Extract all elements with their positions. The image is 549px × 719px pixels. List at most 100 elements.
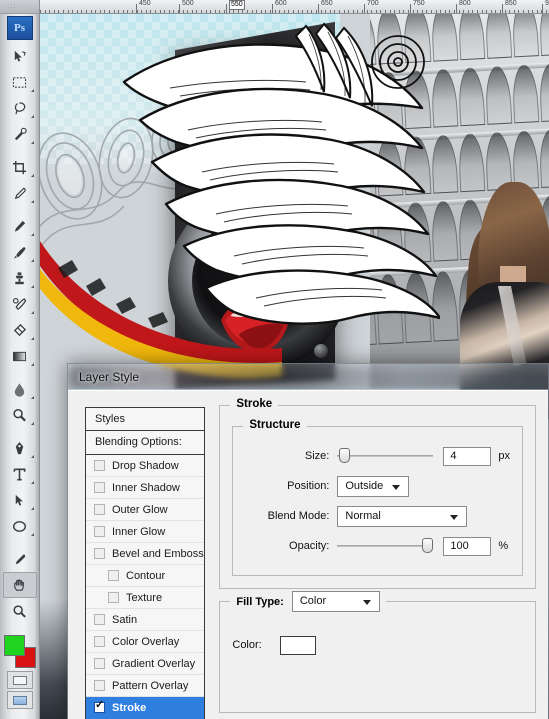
effect-row-pattern-overlay[interactable]: Pattern Overlay	[86, 675, 205, 697]
ruler-tick	[228, 10, 230, 13]
fill-type-dropdown[interactable]: Color	[291, 591, 380, 612]
effect-label: Contour	[126, 569, 166, 582]
effect-row-stroke[interactable]: Stroke	[86, 697, 205, 719]
blending-options-row[interactable]: Blending Options: Custom	[85, 431, 206, 470]
stroke-color-swatch[interactable]	[280, 635, 317, 655]
chevron-down-icon	[30, 337, 34, 340]
quick-mask-toggle[interactable]	[6, 671, 33, 689]
ruler-tick	[196, 10, 198, 13]
effect-row-satin[interactable]: Satin	[86, 609, 205, 631]
effect-row-gradient-overlay[interactable]: Gradient Overlay	[86, 653, 205, 675]
effect-row-contour[interactable]: Contour	[86, 565, 205, 587]
ruler-tick	[339, 10, 340, 13]
size-slider-thumb[interactable]	[339, 448, 351, 463]
wing-artwork	[122, 22, 440, 325]
ruler-tick	[90, 10, 92, 13]
effect-row-color-overlay[interactable]: Color Overlay	[86, 631, 205, 653]
tools-panel[interactable]: ::: Ps	[0, 0, 40, 719]
chevron-down-icon	[30, 311, 34, 314]
effect-label: Satin	[112, 613, 138, 626]
type-tool[interactable]	[3, 461, 37, 487]
foreground-color-swatch[interactable]	[3, 635, 25, 656]
move-tool[interactable]	[3, 43, 37, 69]
opacity-slider-thumb[interactable]	[422, 538, 434, 553]
effect-row-inner-shadow[interactable]: Inner Shadow	[86, 477, 205, 499]
eyedropper-alt-tool[interactable]	[3, 546, 37, 572]
chevron-down-icon	[30, 285, 34, 288]
ruler-tick	[293, 10, 294, 13]
ruler-label: 700	[367, 0, 379, 7]
checkbox[interactable]	[108, 570, 119, 581]
layer-style-dialog[interactable]: Layer Style Styles Blending Options: Cus…	[67, 363, 549, 719]
opacity-input[interactable]: 100	[443, 536, 492, 556]
ruler-tick	[224, 10, 225, 13]
dialog-title-bar[interactable]: Layer Style	[68, 364, 548, 390]
zoom-tool[interactable]	[3, 598, 37, 624]
checkbox[interactable]	[94, 460, 105, 471]
ruler-tick	[99, 10, 101, 13]
chevron-down-icon	[30, 233, 34, 236]
checkbox[interactable]	[94, 614, 105, 625]
opacity-slider[interactable]	[337, 538, 434, 554]
screen-mode-button[interactable]	[6, 691, 33, 709]
ruler-tick	[141, 10, 143, 13]
checkbox[interactable]	[94, 636, 105, 647]
color-swatches[interactable]	[3, 635, 37, 669]
size-slider-track[interactable]	[337, 455, 434, 457]
effect-row-texture[interactable]: Texture	[86, 587, 205, 609]
size-input[interactable]: 4	[443, 446, 492, 466]
size-slider[interactable]	[337, 448, 434, 464]
hand-tool[interactable]	[2, 572, 37, 598]
ruler-tick	[247, 10, 248, 13]
effect-label: Inner Glow	[112, 525, 166, 538]
checkbox[interactable]	[94, 526, 105, 537]
ruler-tick	[421, 10, 423, 13]
styles-header[interactable]: Styles	[85, 407, 206, 431]
ruler-tick	[173, 10, 175, 13]
ruler-tick	[357, 10, 359, 13]
ruler-tick	[325, 10, 327, 13]
lasso-tool[interactable]	[3, 95, 37, 121]
effects-list[interactable]: Drop Shadow Inner Shadow Outer Glow Inner G…	[85, 455, 206, 719]
checkbox[interactable]	[94, 548, 105, 559]
ruler-tick	[118, 10, 120, 13]
eyedropper-tool[interactable]	[3, 180, 37, 206]
checkbox[interactable]	[94, 504, 105, 515]
ruler-tick	[311, 10, 313, 13]
dodge-tool[interactable]	[3, 402, 37, 428]
effect-row-outer-glow[interactable]: Outer Glow	[86, 499, 205, 521]
toolbar-drag-handle[interactable]: :::	[0, 0, 39, 14]
horizontal-ruler[interactable]: 450 500 550 600 650 700 750 800 850 900	[40, 0, 549, 14]
ellipse-tool[interactable]	[3, 513, 37, 539]
rectangular-marquee-tool[interactable]	[3, 69, 37, 95]
ruler-major-tick	[456, 4, 457, 13]
history-brush-tool[interactable]	[3, 291, 37, 317]
ruler-major-tick	[410, 4, 411, 13]
ruler-tick	[518, 10, 520, 13]
eraser-tool[interactable]	[3, 317, 37, 343]
clone-stamp-tool[interactable]	[3, 265, 37, 291]
ruler-tick	[472, 10, 474, 13]
ruler-tick	[168, 10, 170, 13]
checkbox[interactable]	[94, 680, 105, 691]
effect-row-drop-shadow[interactable]: Drop Shadow	[86, 455, 205, 477]
blur-tool[interactable]	[3, 376, 37, 402]
path-selection-tool[interactable]	[3, 487, 37, 513]
quick-selection-tool[interactable]	[3, 121, 37, 147]
spot-healing-brush-tool[interactable]	[3, 213, 37, 239]
checkbox[interactable]	[94, 482, 105, 493]
checkbox[interactable]	[94, 658, 105, 669]
opacity-slider-track[interactable]	[337, 545, 434, 547]
position-dropdown[interactable]: Outside	[337, 475, 410, 497]
pen-tool[interactable]	[3, 435, 37, 461]
ruler-major-tick	[136, 4, 137, 13]
checkbox[interactable]	[108, 592, 119, 603]
crop-tool[interactable]	[3, 154, 37, 180]
ruler-tick	[113, 10, 115, 13]
effect-row-inner-glow[interactable]: Inner Glow	[86, 521, 205, 543]
brush-tool[interactable]	[3, 239, 37, 265]
effect-row-bevel-and-emboss[interactable]: Bevel and Emboss	[86, 543, 205, 565]
blend-mode-dropdown[interactable]: Normal	[337, 505, 468, 527]
checkbox[interactable]	[94, 699, 105, 713]
gradient-tool[interactable]	[3, 343, 37, 369]
